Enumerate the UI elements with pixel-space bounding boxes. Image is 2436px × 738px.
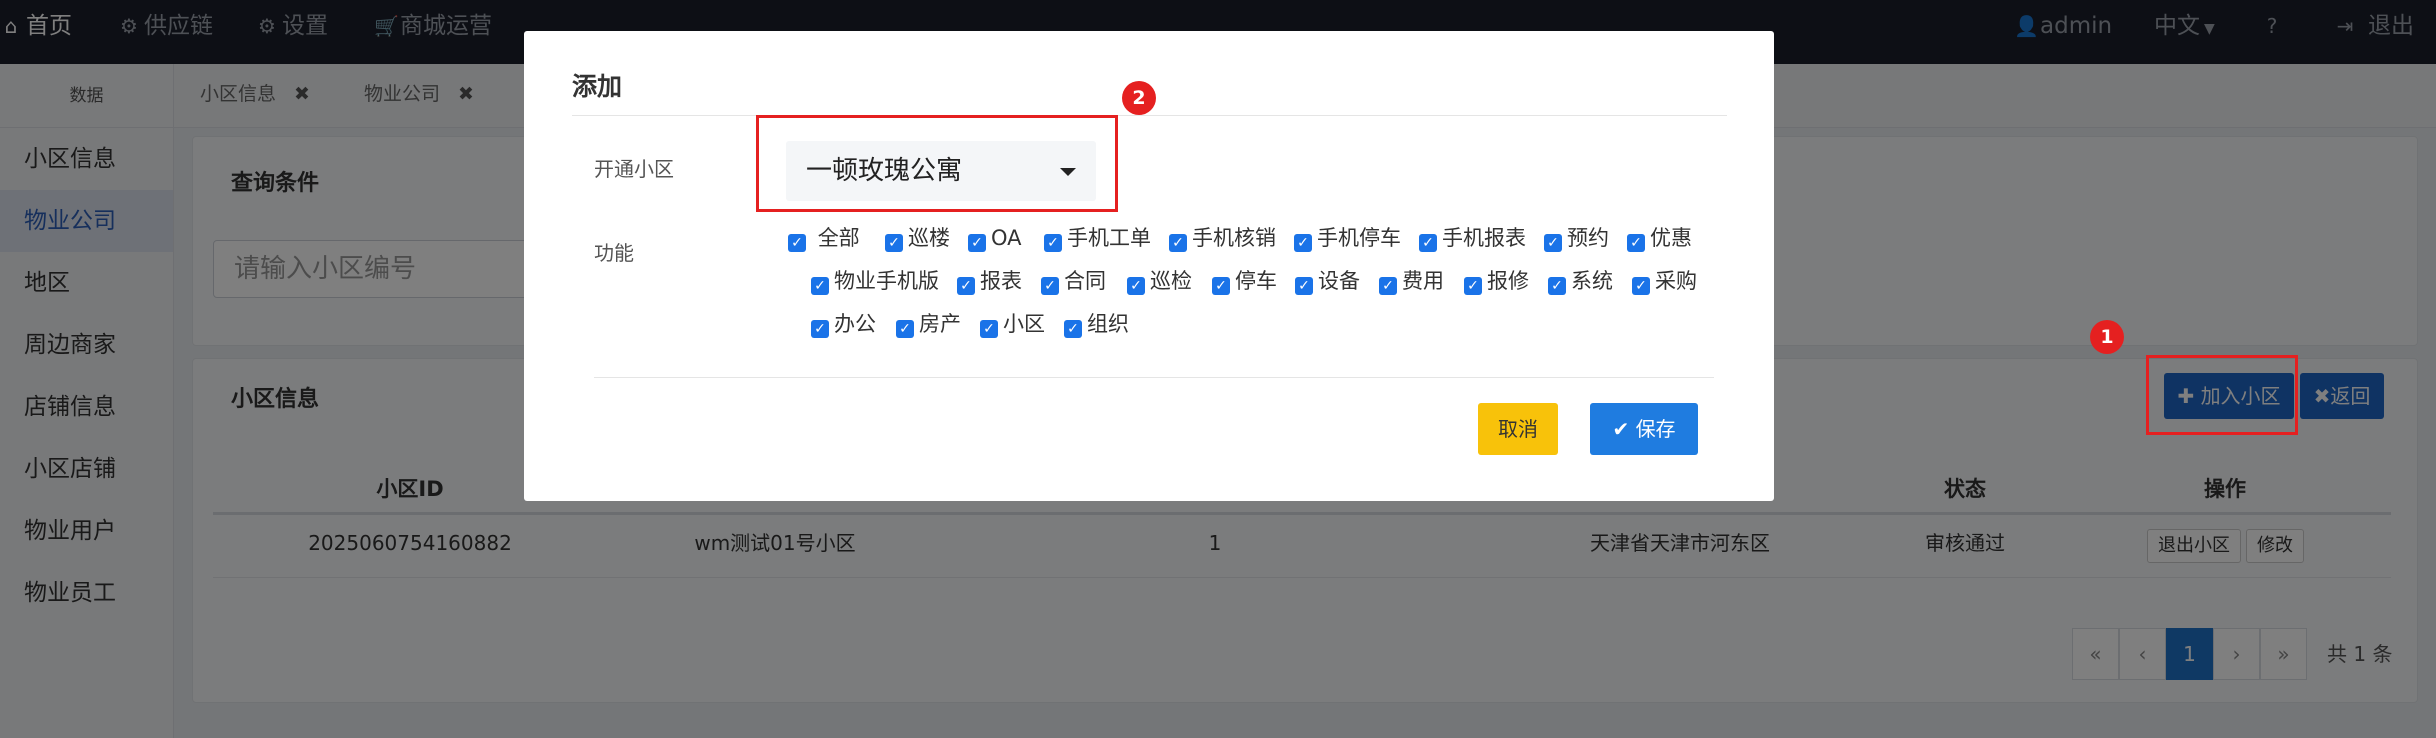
function-checkbox[interactable]: ✓ 手机停车 [1294,225,1401,252]
checkbox-checked-icon: ✓ [1064,320,1082,338]
function-checkbox[interactable]: ✓ 巡检 [1127,268,1192,295]
checkbox-checked-icon: ✓ [896,320,914,338]
function-checkbox[interactable]: ✓ 报表 [957,268,1022,295]
function-checkbox[interactable]: ✓ 合同 [1041,268,1106,295]
function-checkbox[interactable]: ✓ 优惠 [1627,225,1692,252]
checkbox-checked-icon: ✓ [788,234,806,252]
annotation-badge-1: 1 [2090,320,2124,354]
checkbox-checked-icon: ✓ [1169,234,1187,252]
checkbox-checked-icon: ✓ [980,320,998,338]
checkbox-checked-icon: ✓ [1044,234,1062,252]
function-checkbox[interactable]: ✓ 报修 [1464,268,1529,295]
function-checkbox[interactable]: ✓ 房产 [896,311,961,338]
function-checkbox[interactable]: ✓ 费用 [1379,268,1444,295]
checkbox-checked-icon: ✓ [811,277,829,295]
function-checkbox[interactable]: ✓ 停车 [1212,268,1277,295]
function-checkbox[interactable]: ✓ 手机工单 [1044,225,1151,252]
highlight-community-select [756,115,1118,212]
function-label: 功能 [594,241,634,265]
cancel-button[interactable]: 取消 [1478,403,1558,455]
checkbox-checked-icon: ✓ [1627,234,1645,252]
checkbox-checked-icon: ✓ [957,277,975,295]
checkbox-checked-icon: ✓ [1632,277,1650,295]
checkbox-checked-icon: ✓ [811,320,829,338]
function-checkbox[interactable]: ✓ 采购 [1632,268,1697,295]
checkbox-checked-icon: ✓ [1419,234,1437,252]
function-checkbox[interactable]: ✓ 小区 [980,311,1045,338]
checkbox-checked-icon: ✓ [1295,277,1313,295]
dialog-title-divider [572,115,1727,116]
checkbox-checked-icon: ✓ [1041,277,1059,295]
add-dialog: 添加 开通小区 一顿玫瑰公寓 功能 ✓ 全部 ✓ 巡楼 ✓ OA ✓ 手机工单 ✓ 手机… [524,31,1774,501]
function-checkbox[interactable]: ✓ 办公 [811,311,876,338]
dialog-title: 添加 [572,72,623,101]
function-checkbox[interactable]: ✓ 全部 [788,225,860,252]
function-checkbox[interactable]: ✓ 设备 [1295,268,1360,295]
highlight-add-button [2146,355,2298,435]
annotation-badge-2: 2 [1122,81,1156,115]
function-checkbox[interactable]: ✓ OA [968,225,1022,252]
checkbox-checked-icon: ✓ [1544,234,1562,252]
checkbox-checked-icon: ✓ [1379,277,1397,295]
function-checkbox[interactable]: ✓ 巡楼 [885,225,950,252]
function-checkbox[interactable]: ✓ 手机核销 [1169,225,1276,252]
dialog-footer-divider [594,377,1714,378]
check-icon: ✔ [1612,417,1630,441]
function-checkbox[interactable]: ✓ 系统 [1548,268,1613,295]
checkbox-checked-icon: ✓ [1127,277,1145,295]
checkbox-checked-icon: ✓ [885,234,903,252]
function-checkbox[interactable]: ✓ 物业手机版 [811,268,939,295]
community-label: 开通小区 [594,157,674,181]
checkbox-checked-icon: ✓ [1464,277,1482,295]
function-checkbox[interactable]: ✓ 预约 [1544,225,1609,252]
checkbox-checked-icon: ✓ [1294,234,1312,252]
checkbox-checked-icon: ✓ [1548,277,1566,295]
checkbox-checked-icon: ✓ [968,234,986,252]
save-button[interactable]: ✔ 保存 [1590,403,1698,455]
function-checkbox[interactable]: ✓ 手机报表 [1419,225,1526,252]
checkbox-checked-icon: ✓ [1212,277,1230,295]
function-checkbox[interactable]: ✓ 组织 [1064,311,1129,338]
